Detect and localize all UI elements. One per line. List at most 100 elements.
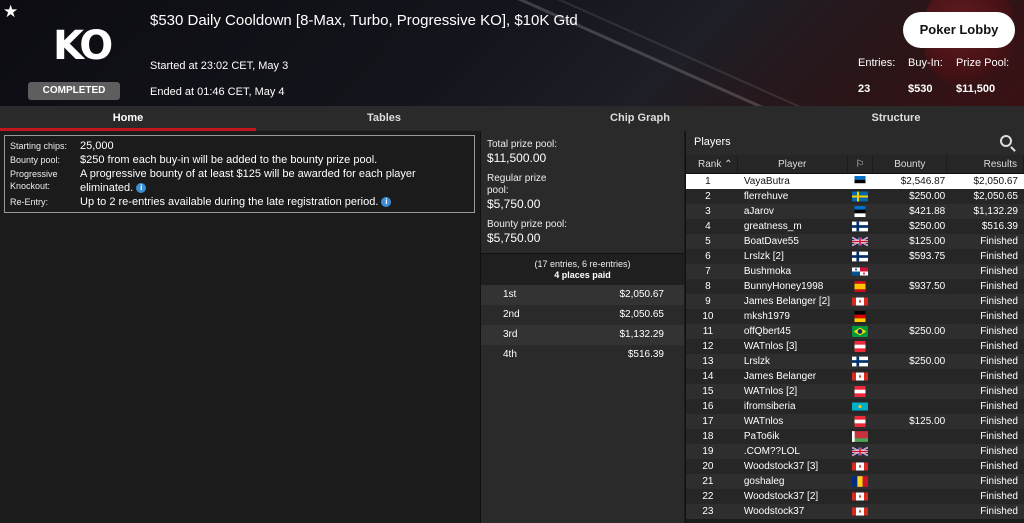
player-row[interactable]: 1 VayaButra $2,546.87 $2,050.67	[686, 174, 1024, 189]
player-row[interactable]: 15 WATnlos [2] Finished	[686, 384, 1024, 399]
player-row[interactable]: 11 offQbert45 $250.00 Finished	[686, 324, 1024, 339]
poker-lobby-button[interactable]: Poker Lobby	[903, 12, 1015, 48]
player-rank: 15	[702, 386, 714, 397]
player-rank: 11	[702, 326, 714, 337]
player-row[interactable]: 19 .COM??LOL Finished	[686, 444, 1024, 459]
end-time: Ended at 01:46 CET, May 4	[150, 86, 285, 98]
canada-flag-icon	[848, 489, 874, 504]
starting-chips-row: Starting chips: 25,000	[10, 139, 469, 153]
player-rank: 3	[705, 206, 711, 217]
player-bounty	[873, 264, 947, 279]
flag-column-icon[interactable]: ⚐	[848, 155, 874, 173]
player-row[interactable]: 7 Bushmoka Finished	[686, 264, 1024, 279]
tab-home[interactable]: Home	[0, 106, 256, 131]
player-result: $1,132.29	[973, 206, 1019, 217]
player-bounty: $421.88	[909, 206, 946, 217]
results-column-header[interactable]: Results	[947, 155, 1024, 173]
players-list: 1 VayaButra $2,546.87 $2,050.67 2 flerrehuve $…	[686, 174, 1024, 519]
player-row[interactable]: 2 flerrehuve $250.00 $2,050.65	[686, 189, 1024, 204]
info-icon[interactable]: i	[136, 183, 147, 194]
tournament-header: ★ KO COMPLETED $530 Daily Cooldown [8-Ma…	[0, 0, 1024, 106]
player-result: Finished	[980, 281, 1018, 292]
starting-chips-value: 25,000	[80, 140, 114, 152]
romania-flag-icon	[848, 474, 874, 489]
player-row[interactable]: 10 mksh1979 Finished	[686, 309, 1024, 324]
kazakhstan-flag-icon	[848, 399, 874, 414]
player-row[interactable]: 20 Woodstock37 [3] Finished	[686, 459, 1024, 474]
player-rank: 17	[702, 416, 714, 427]
player-rank: 23	[702, 506, 714, 517]
places-paid: 4 places paid	[554, 270, 611, 280]
sweden-flag-icon	[848, 189, 874, 204]
player-row[interactable]: 22 Woodstock37 [2] Finished	[686, 489, 1024, 504]
payout-place: 1st	[503, 289, 517, 300]
players-header: Players	[686, 131, 1024, 155]
player-rank: 2	[705, 191, 711, 202]
info-icon[interactable]: i	[381, 197, 392, 208]
player-row[interactable]: 23 Woodstock37 Finished	[686, 504, 1024, 519]
canada-flag-icon	[848, 369, 874, 384]
player-name: VayaButra	[743, 176, 790, 187]
player-rank: 8	[705, 281, 711, 292]
player-row[interactable]: 5 BoatDave55 $125.00 Finished	[686, 234, 1024, 249]
player-name: WATnlos [3]	[743, 341, 798, 352]
pko-value: A progressive bounty of at least $125 wi…	[80, 168, 416, 194]
player-name: WATnlos [2]	[743, 386, 798, 397]
search-icon[interactable]	[1000, 135, 1012, 147]
brazil-flag-icon	[848, 324, 874, 339]
tab-structure[interactable]: Structure	[768, 106, 1024, 131]
player-bounty: $250.00	[909, 356, 946, 367]
prizepool-label: Prize Pool:	[956, 57, 1010, 69]
player-column-header[interactable]: Player	[738, 155, 848, 173]
payout-row: 1st $2,050.67	[481, 285, 684, 305]
player-name: goshaleg	[743, 476, 785, 487]
player-name: Woodstock37	[743, 506, 805, 517]
finland-flag-icon	[848, 249, 874, 264]
player-bounty	[873, 309, 947, 324]
player-row[interactable]: 12 WATnlos [3] Finished	[686, 339, 1024, 354]
prizepool-value: $11,500	[956, 83, 996, 95]
favorite-star-icon[interactable]: ★	[3, 2, 18, 22]
player-result: Finished	[980, 251, 1018, 262]
player-row[interactable]: 9 James Belanger [2] Finished	[686, 294, 1024, 309]
player-row[interactable]: 13 Lrslzk $250.00 Finished	[686, 354, 1024, 369]
player-name: BunnyHoney1998	[743, 281, 824, 292]
bounty-column-header[interactable]: Bounty	[873, 155, 948, 173]
player-row[interactable]: 3 aJarov $421.88 $1,132.29	[686, 204, 1024, 219]
canada-flag-icon	[848, 504, 874, 519]
player-rank: 6	[705, 251, 711, 262]
players-panel: Players Rank ⌃ Player ⚐ Bounty Results 1…	[685, 131, 1024, 523]
reentry-label: Re-Entry:	[10, 197, 49, 207]
rank-column-header[interactable]: Rank ⌃	[686, 155, 738, 173]
player-bounty	[873, 459, 947, 474]
player-row[interactable]: 6 Lrslzk [2] $593.75 Finished	[686, 249, 1024, 264]
bounty-pool-label: Bounty pool:	[10, 155, 61, 165]
player-row[interactable]: 4 greatness_m $250.00 $516.39	[686, 219, 1024, 234]
player-row[interactable]: 16 ifromsiberia Finished	[686, 399, 1024, 414]
player-row[interactable]: 21 goshaleg Finished	[686, 474, 1024, 489]
player-result: Finished	[980, 386, 1018, 397]
player-rank: 10	[702, 311, 714, 322]
payout-row: 4th $516.39	[481, 345, 684, 365]
player-name: mksh1979	[743, 311, 790, 322]
player-rank: 21	[702, 476, 714, 487]
player-name: offQbert45	[743, 326, 791, 337]
player-bounty	[873, 474, 947, 489]
player-name: Woodstock37 [3]	[743, 461, 819, 472]
players-title: Players	[694, 136, 731, 148]
player-rank: 12	[702, 341, 714, 352]
player-result: Finished	[980, 491, 1018, 502]
tab-tables[interactable]: Tables	[256, 106, 512, 131]
player-rank: 4	[705, 221, 711, 232]
austria-flag-icon	[848, 339, 874, 354]
bounty-prize-value: $5,750.00	[487, 231, 541, 245]
player-result: Finished	[980, 446, 1018, 457]
player-name: BoatDave55	[743, 236, 799, 247]
player-row[interactable]: 8 BunnyHoney1998 $937.50 Finished	[686, 279, 1024, 294]
player-row[interactable]: 17 WATnlos $125.00 Finished	[686, 414, 1024, 429]
background-streak	[539, 0, 961, 106]
tab-bar: Home Tables Chip Graph Structure	[0, 106, 1024, 131]
tab-chip-graph[interactable]: Chip Graph	[512, 106, 768, 131]
player-row[interactable]: 14 James Belanger Finished	[686, 369, 1024, 384]
player-row[interactable]: 18 PaTo6ik Finished	[686, 429, 1024, 444]
